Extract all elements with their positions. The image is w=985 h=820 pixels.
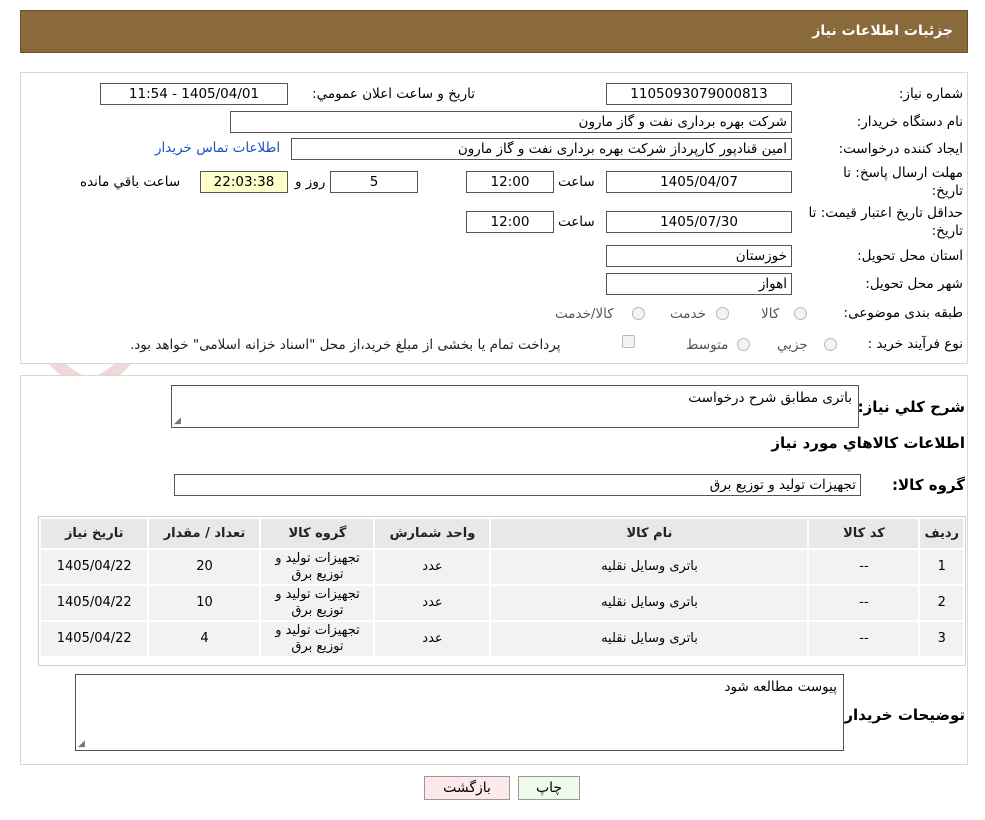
category-radio-goods-service[interactable] xyxy=(632,307,645,320)
cell-goods-code: -- xyxy=(807,620,921,658)
reply-deadline-date-field: 1405/04/07 xyxy=(606,171,792,193)
price-time-label: ساعت xyxy=(558,214,595,230)
announce-datetime-field: 1405/04/01 - 11:54 xyxy=(100,83,288,105)
remaining-label: ساعت باقي مانده xyxy=(80,174,181,190)
buyer-contact-link[interactable]: اطلاعات تماس خریدار xyxy=(155,140,280,156)
need-number-field: 1105093079000813 xyxy=(606,83,792,105)
province-label: استان محل تحویل: xyxy=(857,248,963,264)
process-option-small: جزیي xyxy=(777,337,808,353)
cell-unit: عدد xyxy=(373,548,492,586)
cell-unit: عدد xyxy=(373,584,492,622)
buyer-notes-text: پیوست مطالعه شود xyxy=(724,679,837,695)
buyer-org-label: نام دستگاه خریدار: xyxy=(856,114,963,130)
process-radio-small[interactable] xyxy=(824,338,837,351)
col-header-unit: واحد شمارش xyxy=(373,517,492,550)
table-row: 1 -- باتری وسایل نقلیه عدد تجهیزات تولید… xyxy=(38,548,965,586)
table-row: 3 -- باتری وسایل نقلیه عدد تجهیزات تولید… xyxy=(38,620,965,658)
summary-text: باتری مطابق شرح درخواست xyxy=(688,390,852,406)
cell-goods-name: باتری وسایل نقلیه xyxy=(489,548,810,586)
col-header-row-number: ردیف xyxy=(918,517,965,550)
process-label: نوع فرآیند خرید : xyxy=(867,336,963,352)
table-row: 2 -- باتری وسایل نقلیه عدد تجهیزات تولید… xyxy=(38,584,965,622)
reply-deadline-label-2: تاریخ: xyxy=(931,183,963,199)
cell-row-number: 3 xyxy=(918,620,965,658)
process-option-medium: متوسط xyxy=(686,337,729,353)
city-label: شهر محل تحویل: xyxy=(865,276,963,292)
col-header-goods-name: نام کالا xyxy=(489,517,810,550)
cell-unit: عدد xyxy=(373,620,492,658)
items-table-header: ردیف کد کالا نام کالا واحد شمارش گروه کا… xyxy=(38,517,965,550)
category-label: طبقه بندی موضوعی: xyxy=(843,305,963,321)
goods-info-title: اطلاعات کالاهاي مورد نیاز xyxy=(771,434,965,452)
price-validity-date-field: 1405/07/30 xyxy=(606,211,792,233)
price-validity-time-field: 12:00 xyxy=(466,211,554,233)
announce-datetime-label: تاریخ و ساعت اعلان عمومي: xyxy=(312,86,475,102)
items-table: ردیف کد کالا نام کالا واحد شمارش گروه کا… xyxy=(38,517,965,658)
resize-grip-icon: ◢ xyxy=(78,739,85,749)
cell-need-date: 1405/04/22 xyxy=(38,548,150,586)
items-table-wrapper: ردیف کد کالا نام کالا واحد شمارش گروه کا… xyxy=(38,516,966,666)
page-header: جزئیات اطلاعات نیاز xyxy=(20,10,968,53)
requester-label: ایجاد کننده درخواست: xyxy=(838,141,963,157)
category-radio-service[interactable] xyxy=(716,307,729,320)
cell-goods-code: -- xyxy=(807,548,921,586)
cell-goods-group: تجهیزات تولید و توزیع برق xyxy=(259,584,376,622)
treasury-payment-note: پرداخت تمام یا بخشی از مبلغ خرید،از محل … xyxy=(130,337,561,353)
buyer-notes-textarea: پیوست مطالعه شود ◢ xyxy=(75,674,844,751)
cell-goods-name: باتری وسایل نقلیه xyxy=(489,584,810,622)
cell-quantity: 4 xyxy=(147,620,262,658)
cell-quantity: 20 xyxy=(147,548,262,586)
treasury-payment-checkbox[interactable] xyxy=(622,335,635,348)
reply-deadline-label: مهلت ارسال پاسخ: تا xyxy=(843,165,963,181)
back-button[interactable]: بازگشت xyxy=(424,776,510,800)
cell-need-date: 1405/04/22 xyxy=(38,620,150,658)
summary-label: شرح کلي نیاز: xyxy=(857,398,965,416)
cell-row-number: 2 xyxy=(918,584,965,622)
category-radio-goods[interactable] xyxy=(794,307,807,320)
cell-row-number: 1 xyxy=(918,548,965,586)
cell-goods-group: تجهیزات تولید و توزیع برق xyxy=(259,548,376,586)
price-validity-label: حداقل تاریخ اعتبار قیمت: تا xyxy=(808,205,963,221)
category-option-goods: کالا xyxy=(761,306,780,322)
col-header-need-date: تاریخ نیاز xyxy=(38,517,150,550)
city-field: اهواز xyxy=(606,273,792,295)
price-validity-label-2: تاریخ: xyxy=(931,223,963,239)
goods-group-field: تجهیزات تولید و توزیع برق xyxy=(174,474,861,496)
reply-time-label: ساعت xyxy=(558,174,595,190)
remaining-time-field: 22:03:38 xyxy=(200,171,288,193)
days-label: روز و xyxy=(295,174,326,190)
category-option-goods-service: کالا/خدمت xyxy=(555,306,614,322)
col-header-quantity: تعداد / مقدار xyxy=(147,517,262,550)
print-button[interactable]: چاپ xyxy=(518,776,580,800)
resize-grip-icon: ◢ xyxy=(174,416,181,426)
requester-field: امین قنادپور کارپرداز شرکت بهره برداری ن… xyxy=(291,138,792,160)
province-field: خوزستان xyxy=(606,245,792,267)
remaining-days-field: 5 xyxy=(330,171,418,193)
cell-need-date: 1405/04/22 xyxy=(38,584,150,622)
summary-textarea: باتری مطابق شرح درخواست ◢ xyxy=(171,385,859,428)
cell-quantity: 10 xyxy=(147,584,262,622)
cell-goods-group: تجهیزات تولید و توزیع برق xyxy=(259,620,376,658)
goods-group-label: گروه کالا: xyxy=(892,476,965,494)
reply-deadline-time-field: 12:00 xyxy=(466,171,554,193)
col-header-goods-code: کد کالا xyxy=(807,517,921,550)
process-radio-medium[interactable] xyxy=(737,338,750,351)
category-option-service: خدمت xyxy=(670,306,706,322)
need-number-label: شماره نیاز: xyxy=(898,86,963,102)
cell-goods-code: -- xyxy=(807,584,921,622)
buyer-org-field: شرکت بهره برداری نفت و گاز مارون xyxy=(230,111,792,133)
col-header-goods-group: گروه کالا xyxy=(259,517,376,550)
buyer-notes-label: توضیحات خریدار: xyxy=(838,706,965,724)
cell-goods-name: باتری وسایل نقلیه xyxy=(489,620,810,658)
